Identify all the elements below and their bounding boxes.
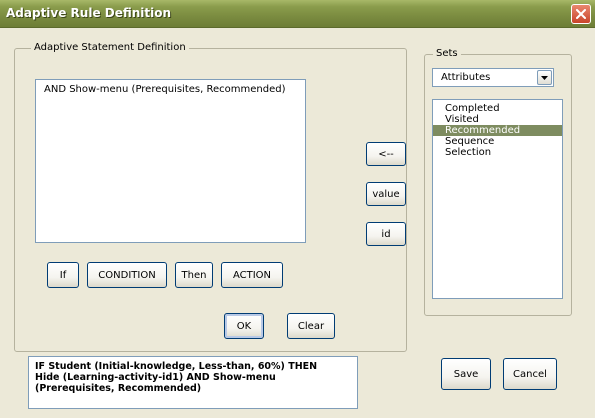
list-item[interactable]: Selection (433, 147, 562, 158)
statement-text-area[interactable]: AND Show-menu (Prerequisites, Recommende… (35, 79, 306, 243)
sets-dropdown[interactable]: Attributes (432, 68, 554, 87)
close-icon (576, 9, 586, 19)
ok-button[interactable]: OK (224, 313, 264, 339)
save-button-label: Save (453, 368, 479, 380)
condition-button[interactable]: CONDITION (87, 262, 167, 288)
adaptive-rule-dialog: Adaptive Rule Definition Adaptive Statem… (0, 0, 595, 418)
save-button[interactable]: Save (441, 358, 491, 390)
list-item[interactable]: Sequence (433, 136, 562, 147)
statement-group-legend: Adaptive Statement Definition (31, 42, 189, 54)
id-button[interactable]: id (366, 222, 406, 246)
statement-text: AND Show-menu (Prerequisites, Recommende… (44, 84, 286, 95)
sets-dropdown-value: Attributes (441, 72, 491, 83)
action-button-label: ACTION (232, 269, 272, 281)
rule-output-text[interactable]: IF Student (Initial-knowledge, Less-than… (28, 356, 358, 409)
cancel-button[interactable]: Cancel (503, 358, 557, 390)
close-button[interactable] (571, 4, 591, 24)
condition-button-label: CONDITION (98, 269, 156, 281)
sets-group-legend: Sets (433, 48, 461, 60)
title-bar[interactable]: Adaptive Rule Definition (0, 0, 595, 28)
ok-button-label: OK (236, 320, 252, 332)
then-button[interactable]: Then (175, 262, 213, 288)
list-item[interactable]: Completed (433, 103, 562, 114)
statement-definition-group: Adaptive Statement Definition AND Show-m… (14, 42, 407, 352)
if-button-label: If (59, 269, 67, 281)
clear-button[interactable]: Clear (287, 313, 335, 339)
value-button-label: value (372, 188, 400, 200)
move-left-button-label: <-- (378, 148, 394, 160)
move-left-button[interactable]: <-- (366, 142, 406, 166)
sets-listbox[interactable]: Completed Visited Recommended Sequence S… (432, 99, 563, 299)
list-item[interactable]: Visited (433, 114, 562, 125)
if-button[interactable]: If (47, 262, 79, 288)
clear-button-label: Clear (297, 320, 325, 332)
list-item-selected[interactable]: Recommended (433, 125, 562, 136)
value-button[interactable]: value (366, 182, 406, 206)
window-title: Adaptive Rule Definition (6, 6, 172, 20)
id-button-label: id (381, 228, 391, 240)
action-button[interactable]: ACTION (221, 262, 283, 288)
chevron-down-icon[interactable] (537, 70, 552, 85)
then-button-label: Then (181, 269, 207, 281)
cancel-button-label: Cancel (513, 368, 547, 380)
